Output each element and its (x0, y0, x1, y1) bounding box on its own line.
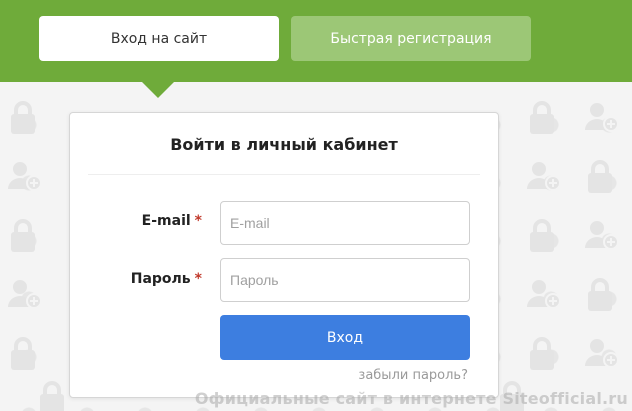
header-bar: Вход на сайт Быстрая регистрация (0, 0, 632, 82)
divider (88, 174, 480, 175)
password-label: Пароль * (70, 271, 202, 287)
email-field[interactable] (220, 201, 470, 245)
active-tab-pointer (142, 82, 174, 98)
watermark: Официальные сайт в интернете Siteofficia… (194, 389, 628, 408)
password-label-text: Пароль (130, 271, 191, 287)
required-mark: * (194, 271, 202, 287)
required-mark: * (194, 213, 202, 229)
email-label-text: E-mail (141, 213, 191, 229)
login-button[interactable]: Вход (220, 315, 470, 360)
tab-login[interactable]: Вход на сайт (39, 16, 279, 61)
forgot-password-link[interactable]: забыли пароль? (358, 368, 468, 383)
card-title: Войти в личный кабинет (170, 135, 398, 154)
password-field[interactable] (220, 258, 470, 302)
login-card: Войти в личный кабинет E-mail* Пароль* В… (69, 112, 499, 398)
email-label: E-mail * (70, 213, 202, 229)
tab-register[interactable]: Быстрая регистрация (291, 16, 531, 61)
